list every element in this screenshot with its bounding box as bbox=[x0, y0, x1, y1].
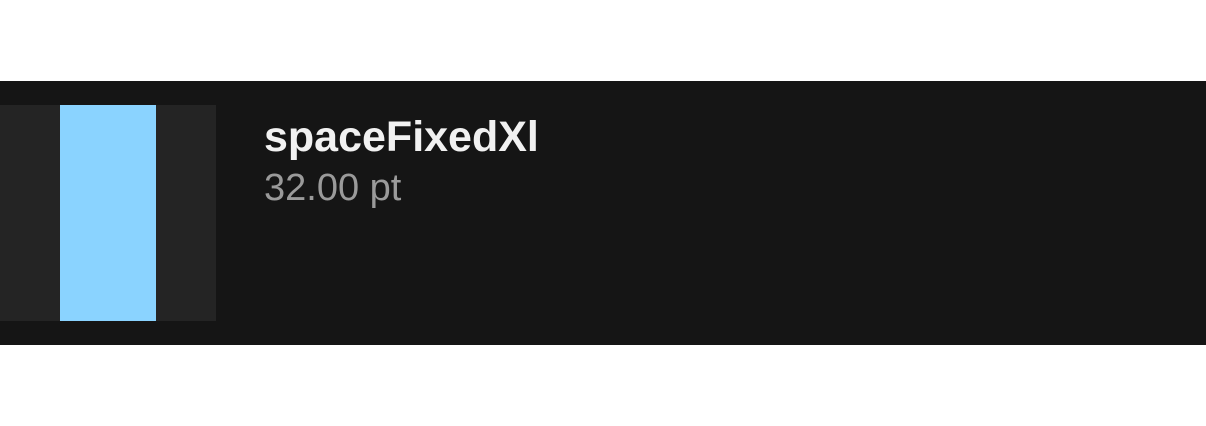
token-row bbox=[0, 81, 1206, 345]
spacing-swatch bbox=[0, 105, 216, 321]
token-name: spaceFixedXl bbox=[264, 113, 539, 161]
token-value: 32.00 pt bbox=[264, 167, 402, 209]
spacing-swatch-fill bbox=[60, 105, 156, 321]
